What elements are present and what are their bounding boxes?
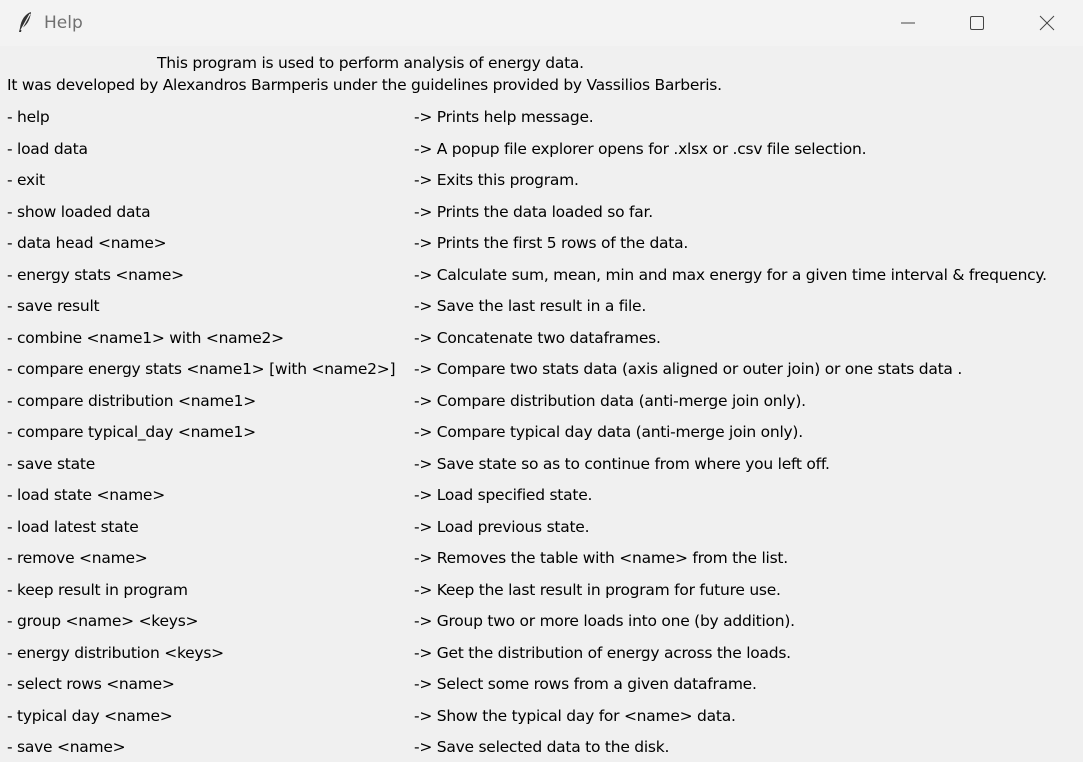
- command-description: -> Group two or more loads into one (by …: [414, 612, 795, 630]
- close-icon: [1039, 15, 1055, 31]
- command-row: - energy stats <name> -> Calculate sum, …: [0, 266, 1083, 297]
- command-row: - load state <name> -> Load specified st…: [0, 486, 1083, 517]
- command-name: - keep result in program: [7, 580, 188, 599]
- command-name: - energy distribution <keys>: [7, 643, 224, 662]
- command-description: -> Compare typical day data (anti-merge …: [414, 423, 803, 441]
- window-title: Help: [44, 13, 83, 33]
- command-description: -> Save state so as to continue from whe…: [414, 454, 830, 473]
- command-name: - compare typical_day <name1>: [7, 423, 256, 441]
- intro-line-2: It was developed by Alexandros Barmperis…: [7, 76, 722, 94]
- command-name: - data head <name>: [7, 234, 167, 252]
- command-description: -> Save the last result in a file.: [414, 297, 647, 315]
- command-row: - save state -> Save state so as to cont…: [0, 455, 1083, 486]
- command-row: - exit -> Exits this program.: [0, 171, 1083, 202]
- command-description: -> Prints help message.: [414, 108, 594, 126]
- command-row: - load latest state -> Load previous sta…: [0, 518, 1083, 549]
- command-row: - compare energy stats <name1> [with <na…: [0, 360, 1083, 391]
- command-row: - save result -> Save the last result in…: [0, 297, 1083, 328]
- command-description: -> A popup file explorer opens for .xlsx…: [414, 139, 867, 158]
- maximize-button[interactable]: [942, 0, 1012, 46]
- maximize-icon: [970, 16, 984, 30]
- command-row: - show loaded data -> Prints the data lo…: [0, 203, 1083, 234]
- command-row: - load data -> A popup file explorer ope…: [0, 140, 1083, 171]
- command-name: - exit: [7, 171, 45, 189]
- command-name: - help: [7, 108, 50, 126]
- command-row: - typical day <name> -> Show the typical…: [0, 707, 1083, 738]
- help-window: Help This program is used to perform ana…: [0, 0, 1083, 762]
- feather-icon: [16, 11, 36, 33]
- command-name: - combine <name1> with <name2>: [7, 328, 284, 347]
- command-row: - help -> Prints help message.: [0, 108, 1083, 139]
- command-name: - load latest state: [7, 517, 139, 536]
- command-description: -> Compare two stats data (axis aligned …: [414, 360, 963, 378]
- minimize-icon: [901, 22, 915, 24]
- command-description: -> Exits this program.: [414, 171, 579, 189]
- command-row: - combine <name1> with <name2> -> Concat…: [0, 329, 1083, 360]
- command-name: - save <name>: [7, 738, 126, 756]
- command-name: - load data: [7, 139, 88, 158]
- command-description: -> Select some rows from a given datafra…: [414, 675, 757, 693]
- command-name: - compare distribution <name1>: [7, 391, 257, 410]
- command-description: -> Calculate sum, mean, min and max ener…: [414, 265, 1047, 284]
- close-button[interactable]: [1012, 0, 1082, 46]
- command-description: -> Show the typical day for <name> data.: [414, 706, 736, 725]
- command-row: - group <name> <keys> -> Group two or mo…: [0, 612, 1083, 643]
- command-name: - compare energy stats <name1> [with <na…: [7, 360, 396, 378]
- command-description: -> Compare distribution data (anti-merge…: [414, 391, 806, 410]
- command-name: - energy stats <name>: [7, 265, 184, 284]
- command-row: - select rows <name> -> Select some rows…: [0, 675, 1083, 706]
- command-name: - group <name> <keys>: [7, 612, 199, 630]
- command-name: - load state <name>: [7, 486, 165, 504]
- command-name: - select rows <name>: [7, 675, 175, 693]
- command-description: -> Removes the table with <name> from th…: [414, 549, 788, 567]
- command-description: -> Save selected data to the disk.: [414, 738, 670, 756]
- minimize-button[interactable]: [873, 0, 943, 46]
- command-description: -> Load specified state.: [414, 486, 593, 504]
- command-row: - save <name> -> Save selected data to t…: [0, 738, 1083, 762]
- command-description: -> Keep the last result in program for f…: [414, 580, 781, 599]
- command-row: - compare typical_day <name1> -> Compare…: [0, 423, 1083, 454]
- command-name: - typical day <name>: [7, 706, 173, 725]
- help-content: This program is used to perform analysis…: [0, 48, 1083, 762]
- command-row: - energy distribution <keys> -> Get the …: [0, 644, 1083, 675]
- command-name: - remove <name>: [7, 549, 148, 567]
- intro-line-1: This program is used to perform analysis…: [157, 54, 584, 72]
- command-description: -> Get the distribution of energy across…: [414, 643, 791, 662]
- command-name: - show loaded data: [7, 202, 151, 221]
- command-description: -> Load previous state.: [414, 517, 590, 536]
- title-bar[interactable]: Help: [0, 0, 1083, 46]
- command-name: - save result: [7, 297, 100, 315]
- command-row: - compare distribution <name1> -> Compar…: [0, 392, 1083, 423]
- command-row: - remove <name> -> Removes the table wit…: [0, 549, 1083, 580]
- command-row: - data head <name> -> Prints the first 5…: [0, 234, 1083, 265]
- command-description: -> Concatenate two dataframes.: [414, 328, 661, 347]
- command-row: - keep result in program -> Keep the las…: [0, 581, 1083, 612]
- command-description: -> Prints the data loaded so far.: [414, 202, 653, 221]
- command-name: - save state: [7, 454, 95, 473]
- command-description: -> Prints the first 5 rows of the data.: [414, 234, 689, 252]
